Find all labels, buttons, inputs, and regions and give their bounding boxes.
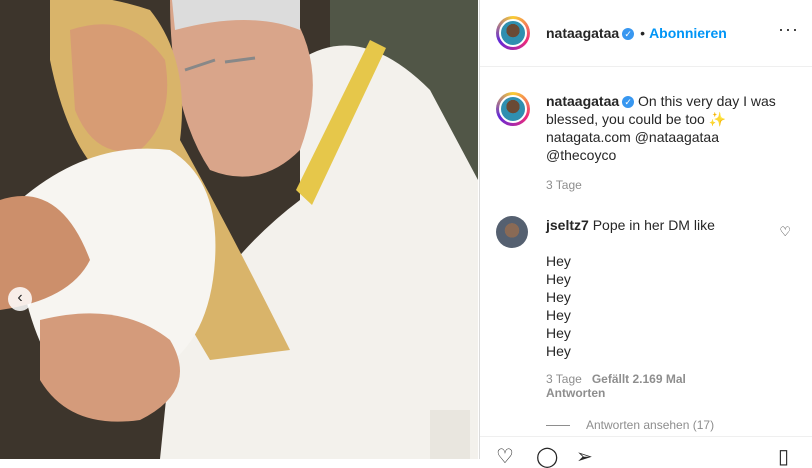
caption-avatar[interactable] <box>496 92 530 126</box>
view-replies-label[interactable]: Antworten ansehen (17) <box>586 418 714 432</box>
post-caption: nataagataa ✓ On this very day I was bless… <box>546 92 796 194</box>
comment-line: Hey <box>546 325 571 341</box>
view-replies[interactable]: Antworten ansehen (17) <box>546 418 714 432</box>
comment-line: Hey <box>546 289 571 305</box>
comment-line: Hey <box>546 307 571 323</box>
follow-button[interactable]: Abonnieren <box>649 25 727 41</box>
comment-timestamp[interactable]: 3 Tage <box>546 372 582 386</box>
comment-line: Hey <box>546 271 571 287</box>
comment-body: Hey Hey Hey Hey Hey Hey <box>546 252 766 360</box>
caption-timestamp[interactable]: 3 Tage <box>546 176 796 194</box>
author-line: nataagataa ✓ • Abonnieren <box>546 25 727 41</box>
comment-icon[interactable]: ◯ <box>536 447 558 467</box>
comment-first-line: Pope in her DM like <box>592 217 715 233</box>
comment-line: Hey <box>546 253 571 269</box>
share-icon[interactable]: ➢ <box>576 447 593 467</box>
caption-line: blessed, you could be too ✨ <box>546 111 727 127</box>
caption-link[interactable]: natagata.com @nataagataa <box>546 129 719 145</box>
comment: jseltz7 Pope in her DM like Hey Hey Hey … <box>546 216 766 360</box>
caption-line: On this very day I was <box>638 93 776 109</box>
comment-likes[interactable]: Gefällt 2.169 Mal <box>592 372 686 386</box>
replies-divider <box>546 425 570 427</box>
reply-button[interactable]: Antworten <box>546 386 605 400</box>
author-avatar[interactable] <box>496 16 530 50</box>
post-image[interactable]: ‹ <box>0 0 478 459</box>
verified-icon: ✓ <box>622 96 635 109</box>
comment-meta: 3 Tage Gefällt 2.169 Mal Antworten <box>546 372 766 400</box>
separator-dot: • <box>640 25 646 41</box>
verified-icon: ✓ <box>622 28 635 41</box>
commenter-avatar[interactable] <box>496 216 528 248</box>
caption-username[interactable]: nataagataa <box>546 93 619 109</box>
post-sidebar: nataagataa ✓ • Abonnieren ··· nataagataa ✓ O… <box>479 0 812 467</box>
post-photo <box>0 0 478 459</box>
save-icon[interactable]: ▯ <box>778 447 789 467</box>
more-options-icon[interactable]: ··· <box>778 20 799 38</box>
caption-mention[interactable]: @thecoyco <box>546 147 616 163</box>
action-bar: ♡ ◯ ➢ ▯ <box>480 436 812 467</box>
post-header: nataagataa ✓ • Abonnieren ··· <box>480 0 812 67</box>
like-icon[interactable]: ♡ <box>496 447 514 467</box>
comment-line: Hey <box>546 343 571 359</box>
like-comment-icon[interactable]: ♡ <box>779 224 791 240</box>
carousel-prev-button[interactable]: ‹ <box>8 287 32 311</box>
author-username[interactable]: nataagataa <box>546 25 619 41</box>
commenter-username[interactable]: jseltz7 <box>546 217 589 233</box>
